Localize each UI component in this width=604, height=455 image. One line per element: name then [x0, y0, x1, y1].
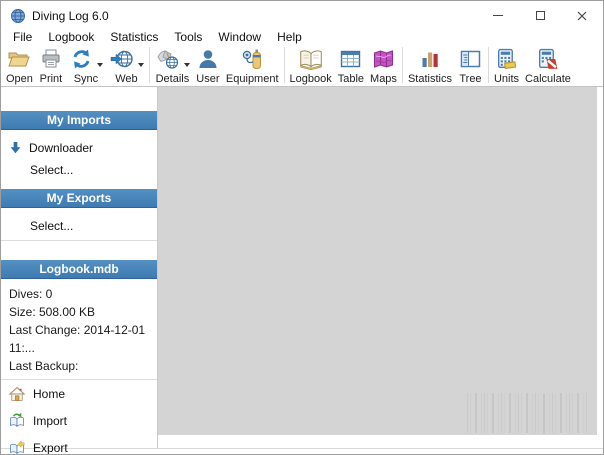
web-dropdown-icon[interactable] [137, 63, 144, 67]
toolbar-label: Equipment [225, 73, 279, 85]
menu-help[interactable]: Help [269, 30, 310, 45]
toolbar-label: Table [337, 73, 365, 85]
sidebar-nav-label: Export [33, 440, 68, 455]
calculate-icon [539, 48, 558, 69]
sidebar-nav-home[interactable]: Home [1, 380, 157, 407]
toolbar-web-button[interactable]: Web [106, 46, 147, 85]
details-dropdown-icon[interactable] [183, 63, 190, 67]
sidebar-nav-export[interactable]: Export [1, 434, 157, 455]
logbook-last-backup: Last Backup: [9, 359, 79, 373]
sidebar: My Imports Downloader Select... My Expor… [1, 87, 158, 454]
logbook-icon [299, 50, 322, 71]
logbook-dives-count: Dives: 0 [9, 287, 53, 301]
toolbar-separator [487, 47, 489, 83]
sidebar-nav-import[interactable]: Import [1, 407, 157, 434]
open-folder-icon [8, 52, 31, 67]
app-body: My Imports Downloader Select... My Expor… [1, 87, 603, 454]
sidebar-header-my-exports: My Exports [1, 189, 157, 208]
window-title: Diving Log 6.0 [32, 8, 109, 23]
table-icon [341, 50, 361, 68]
menu-file[interactable]: File [5, 30, 40, 45]
toolbar-label: Statistics [407, 73, 452, 85]
main-content [158, 87, 603, 448]
statistics-icon [422, 52, 438, 67]
toolbar-label: Maps [370, 73, 397, 85]
menu-statistics[interactable]: Statistics [102, 30, 166, 45]
toolbar-open-button[interactable]: Open [3, 46, 36, 85]
logbook-info: Dives: 0 Size: 508.00 KB Last Change: 20… [1, 279, 157, 375]
export-book-icon [10, 439, 25, 454]
logbook-last-change: Last Change: 2014-12-01 11:... [9, 323, 146, 355]
app-window: Diving Log 6.0 File Logbook Statistics T… [0, 0, 604, 455]
web-icon [110, 50, 133, 68]
toolbar-label: Tree [459, 73, 482, 85]
toolbar: Open Print Sync Web Details User Equipme… [1, 45, 603, 87]
toolbar-label: Web [115, 73, 138, 85]
maximize-icon [535, 11, 545, 20]
toolbar-separator [401, 47, 403, 83]
content-canvas [158, 87, 597, 435]
toolbar-label: Units [493, 73, 520, 85]
home-icon [8, 386, 26, 401]
menu-window[interactable]: Window [210, 30, 269, 45]
sync-icon [73, 49, 90, 69]
toolbar-units-button[interactable]: Units [491, 46, 522, 85]
download-arrow-icon [10, 142, 21, 154]
units-icon [497, 48, 517, 69]
sidebar-nav-label: Import [33, 413, 68, 428]
sync-dropdown-icon[interactable] [96, 63, 103, 67]
sidebar-item-label: Select... [30, 163, 74, 177]
toolbar-label: Sync [73, 73, 99, 85]
maximize-button[interactable] [519, 1, 561, 30]
toolbar-tree-button[interactable]: Tree [455, 46, 486, 85]
maps-icon [373, 50, 393, 68]
logbook-file-size: Size: 508.00 KB [9, 305, 96, 319]
app-logo-globe-icon [11, 8, 25, 23]
toolbar-logbook-button[interactable]: Logbook [287, 46, 335, 85]
toolbar-user-button[interactable]: User [193, 46, 223, 85]
equipment-icon [243, 49, 262, 69]
sidebar-header-logbook-file: Logbook.mdb [1, 260, 157, 279]
watermark-bars [467, 393, 589, 433]
sidebar-item-label: Downloader [29, 141, 94, 155]
minimize-icon [493, 15, 503, 16]
menu-logbook[interactable]: Logbook [40, 30, 102, 45]
toolbar-label: Logbook [289, 73, 332, 85]
toolbar-label: Open [6, 73, 33, 85]
toolbar-label: Print [39, 73, 63, 85]
close-button[interactable] [561, 1, 603, 30]
user-icon [199, 50, 217, 68]
dive-details-icon [157, 50, 179, 69]
toolbar-print-button[interactable]: Print [36, 46, 66, 85]
toolbar-separator [148, 47, 150, 83]
sidebar-item-downloader[interactable]: Downloader [1, 138, 157, 158]
minimize-button[interactable] [477, 1, 519, 30]
sidebar-item-export-select[interactable]: Select... [1, 216, 157, 236]
printer-icon [42, 49, 60, 68]
toolbar-label: Calculate [525, 73, 571, 85]
sidebar-nav-label: Home [33, 386, 66, 401]
toolbar-calculate-button[interactable]: Calculate [522, 46, 574, 85]
titlebar: Diving Log 6.0 [1, 1, 603, 30]
toolbar-details-button[interactable]: Details [152, 46, 193, 85]
sidebar-item-label: Select... [30, 219, 74, 233]
toolbar-statistics-button[interactable]: Statistics [405, 46, 455, 85]
toolbar-equipment-button[interactable]: Equipment [223, 46, 282, 85]
menubar: File Logbook Statistics Tools Window Hel… [1, 30, 603, 45]
sidebar-item-import-select[interactable]: Select... [1, 160, 157, 180]
close-icon [577, 11, 587, 20]
toolbar-sync-button[interactable]: Sync [66, 46, 106, 85]
toolbar-maps-button[interactable]: Maps [367, 46, 400, 85]
sidebar-divider [1, 240, 157, 241]
toolbar-label: User [196, 73, 220, 85]
import-book-icon [10, 412, 24, 427]
sidebar-header-my-imports: My Imports [1, 111, 157, 130]
toolbar-separator [283, 47, 285, 83]
toolbar-table-button[interactable]: Table [335, 46, 367, 85]
window-controls [477, 1, 603, 30]
toolbar-label: Details [155, 73, 190, 85]
menu-tools[interactable]: Tools [166, 30, 210, 45]
tree-icon [460, 50, 481, 68]
